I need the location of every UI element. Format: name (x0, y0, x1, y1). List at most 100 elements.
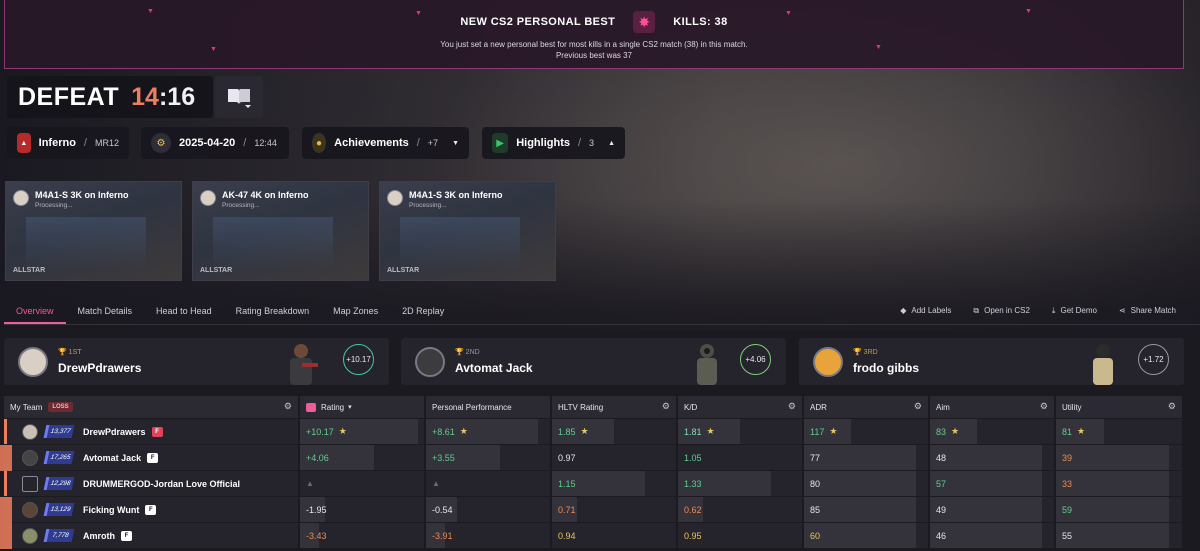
gear-icon[interactable]: ⚙ (284, 401, 292, 412)
rank-label: 🏆 1ST (58, 348, 82, 356)
rating-cell: +10.17 ★ (300, 419, 426, 444)
download-icon: ⤓ (1051, 306, 1056, 315)
hltv-cell: 1.15 (552, 471, 678, 496)
column-label: Rating (321, 402, 345, 412)
column-header-rating[interactable]: Rating ▾ (300, 396, 426, 418)
column-header-aim[interactable]: Aim ⚙ (930, 396, 1056, 418)
rating-cell: ▲ (300, 471, 426, 496)
table-row[interactable]: 13,129 Ficking Wunt F -1.95 -0.54 0.71 0… (0, 496, 1184, 523)
demo-book-button[interactable] (215, 76, 263, 118)
banner-previous-line: Previous best was 37 (555, 51, 633, 60)
podium-card-2nd[interactable]: 🏆 2ND Avtomat Jack +4.06 (401, 338, 786, 385)
achievements-separator: / (416, 137, 420, 149)
tab-map-zones[interactable]: Map Zones (321, 299, 390, 324)
player-name[interactable]: DRUMMERGOD-Jordan Love Official (83, 479, 240, 489)
gear-icon[interactable]: ⚙ (1168, 401, 1176, 412)
inferno-map-icon: ▲ (17, 133, 31, 153)
podium-card-3rd[interactable]: 🏆 3RD frodo gibbs +1.72 (799, 338, 1184, 385)
column-label: ADR (810, 402, 827, 412)
avatar (200, 190, 216, 206)
player-cell: 13,129 Ficking Wunt F (0, 497, 300, 523)
rating-delta: +4.06 (740, 344, 771, 375)
chevron-up-icon: ▲ (608, 139, 615, 147)
gear-icon[interactable]: ⚙ (788, 401, 796, 412)
player-name: DrewPdrawers (58, 361, 142, 375)
gear-icon[interactable]: ⚙ (662, 401, 670, 412)
hltv-value: 1.85 (558, 426, 576, 437)
get-demo-button[interactable]: ⤓ Get Demo (1052, 306, 1097, 316)
utility-cell: 39 (1056, 445, 1182, 470)
adr-cell: 60 (804, 523, 930, 548)
performance-cell: ▲ (426, 471, 552, 496)
player-name[interactable]: Amroth (83, 531, 115, 541)
share-match-button[interactable]: ⋖ Share Match (1119, 306, 1176, 316)
adr-value: 85 (810, 504, 821, 515)
tab-2d-replay[interactable]: 2D Replay (390, 299, 456, 324)
adr-cell: 117 ★ (804, 419, 930, 444)
player-name[interactable]: Ficking Wunt (83, 505, 139, 515)
banner-message: You just set a new personal best for mos… (5, 39, 1183, 61)
table-row[interactable]: 17,265 Avtomat Jack F +4.06 +3.55 0.97 1… (0, 444, 1184, 471)
table-row[interactable]: 12,298 DRUMMERGOD-Jordan Love Official ▲… (4, 470, 1184, 496)
party-indicator (0, 497, 12, 523)
column-header-hltv[interactable]: HLTV Rating ⚙ (552, 396, 678, 418)
add-labels-button[interactable]: ◆ Add Labels (900, 306, 951, 316)
agent-image (290, 344, 318, 385)
tab-overview[interactable]: Overview (4, 299, 66, 324)
get-demo-label: Get Demo (1060, 306, 1097, 315)
tab-rating-breakdown[interactable]: Rating Breakdown (224, 299, 322, 324)
value-bar (804, 445, 916, 470)
gear-icon[interactable]: ⚙ (1040, 401, 1048, 412)
highlight-clip[interactable]: M4A1-S 3K on Inferno Processing... ALLST… (5, 181, 182, 281)
value-bar (804, 497, 916, 522)
adr-value: 117 (810, 426, 825, 437)
highlights-dropdown[interactable]: ▶ Highlights / 3 ▲ (482, 127, 625, 159)
result-label: DEFEAT (18, 82, 120, 111)
column-header-utility[interactable]: Utility ⚙ (1056, 396, 1182, 418)
clip-status: Processing... (222, 202, 260, 209)
gear-icon[interactable]: ⚙ (914, 401, 922, 412)
warning-icon: ▲ (306, 479, 314, 488)
star-icon: ★ (829, 426, 838, 436)
player-cell: 17,265 Avtomat Jack F (0, 445, 300, 471)
team-color-strip (4, 471, 7, 496)
table-row[interactable]: 7,778 Amroth F -3.43 -3.91 0.94 0.95 60 … (0, 522, 1184, 549)
clip-status: Processing... (35, 202, 73, 209)
avatar (415, 347, 445, 377)
allstar-logo: ALLSTAR (200, 267, 233, 274)
player-name[interactable]: DrewPdrawers (83, 427, 146, 437)
hltv-cell: 0.71 (552, 497, 678, 522)
team-label: My Team (10, 402, 43, 412)
highlight-clip[interactable]: M4A1-S 3K on Inferno Processing... ALLST… (379, 181, 556, 281)
avatar (18, 347, 48, 377)
achievements-label: Achievements (334, 137, 409, 149)
utility-cell: 59 (1056, 497, 1182, 522)
adr-cell: 85 (804, 497, 930, 522)
kd-value: 0.62 (684, 504, 702, 515)
tab-match-details[interactable]: Match Details (66, 299, 145, 324)
player-name[interactable]: Avtomat Jack (83, 453, 141, 463)
rating-delta: +1.72 (1138, 344, 1169, 375)
tab-head-to-head[interactable]: Head to Head (144, 299, 224, 324)
open-in-cs2-label: Open in CS2 (984, 306, 1030, 315)
clip-title: AK-47 4K on Inferno (222, 190, 309, 200)
rank-text: 1ST (68, 349, 82, 356)
book-icon (228, 89, 251, 108)
adr-value: 77 (810, 452, 821, 463)
column-label: Aim (936, 402, 950, 412)
table-row[interactable]: 13,377 DrewPdrawers F +10.17 ★ +8.61 ★ 1.8… (4, 418, 1184, 444)
team-color-strip (4, 419, 7, 444)
column-header-adr[interactable]: ADR ⚙ (804, 396, 930, 418)
avatar (22, 527, 38, 544)
podium-card-1st[interactable]: 🏆 1ST DrewPdrawers +10.17 (4, 338, 389, 385)
column-header-kd[interactable]: K/D ⚙ (678, 396, 804, 418)
map-pill: ▲ Inferno / MR12 (7, 127, 129, 159)
match-mode: MR12 (94, 138, 119, 148)
chevron-down-icon: ▼ (452, 139, 459, 147)
open-in-cs2-button[interactable]: ⧉ Open in CS2 (973, 306, 1030, 316)
column-header-personal-performance[interactable]: Personal Performance (426, 396, 552, 418)
value-bar (930, 523, 1042, 548)
kd-cell: 0.95 (678, 523, 804, 548)
achievements-dropdown[interactable]: ● Achievements / +7 ▼ (302, 127, 469, 159)
highlight-clip[interactable]: AK-47 4K on Inferno Processing... ALLSTA… (192, 181, 369, 281)
